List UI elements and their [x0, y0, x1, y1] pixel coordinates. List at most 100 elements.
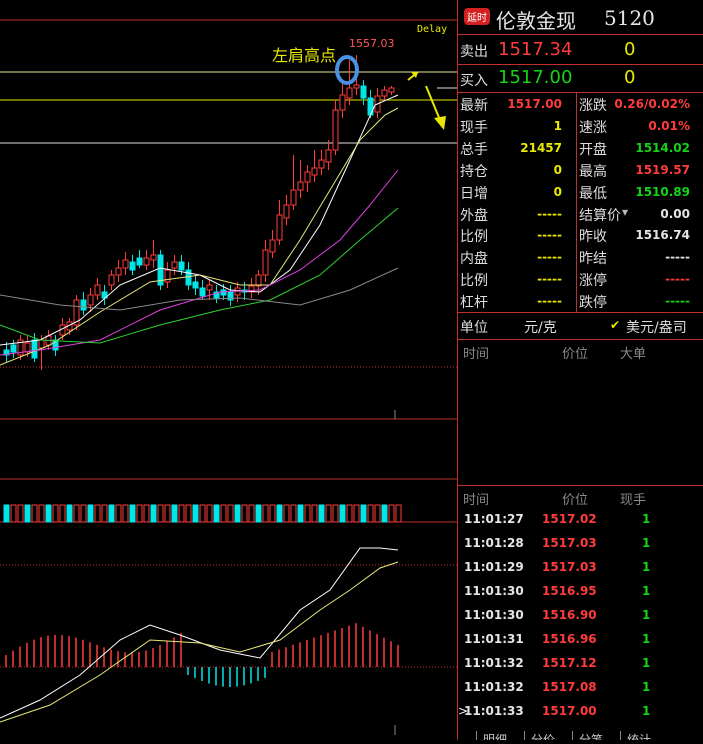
buy-row[interactable]: 买入 1517.00 0: [458, 65, 703, 92]
stat-label: 跌停: [579, 295, 607, 312]
tick-price: 1517.12: [542, 656, 597, 670]
tick-price: 1517.02: [542, 512, 597, 526]
candle-body: [108, 274, 115, 286]
stat-label: 昨收: [579, 229, 607, 246]
tick-volume: 1: [642, 512, 651, 526]
volume-bar: [66, 504, 73, 523]
tick-time: 11:01:32: [464, 680, 524, 694]
volume-bar: [143, 504, 150, 523]
buy-price: 1517.00: [498, 67, 573, 88]
volume-bar: [17, 504, 24, 523]
header-bar: 延时 伦敦金现 5120: [458, 0, 703, 34]
tick-time: 11:01:33: [464, 704, 524, 718]
macd-dif-line: [0, 547, 399, 719]
volume-bar: [290, 504, 297, 523]
stat-value: -----: [537, 250, 562, 265]
tick-row: 11:01:33 1517.00 1: [458, 702, 703, 722]
bottom-tab[interactable]: 明细: [476, 731, 507, 740]
stat-value: -----: [537, 206, 562, 221]
volume-bar: [24, 504, 31, 523]
bottom-tab[interactable]: 分笔: [572, 731, 603, 740]
ticks-time-header: 时间: [463, 493, 490, 508]
candle-body: [199, 287, 206, 297]
candle-body: [311, 167, 318, 176]
candle-body: [367, 97, 374, 116]
tick-row: 11:01:30 1516.95 1: [458, 582, 703, 602]
tick-time: 11:01:30: [464, 608, 524, 622]
candle-body: [129, 261, 136, 271]
bottom-tab[interactable]: 分价: [524, 731, 555, 740]
tick-price: 1516.96: [542, 632, 597, 646]
candle-body: [297, 181, 304, 191]
stat-value: 1517.00: [507, 97, 562, 111]
stats-grid: 最新 1517.00 涨跌 0.26/0.02% 现手 1 速涨 0.01% 总手 21457 开盘…: [458, 93, 703, 312]
tick-price: 1516.95: [542, 584, 597, 598]
tick-volume: 1: [642, 536, 651, 550]
stat-label: 结算价: [579, 207, 621, 224]
volume-bar: [192, 504, 199, 523]
tick-price: 1517.03: [542, 536, 597, 550]
settlement-dropdown-icon[interactable]: ▾: [622, 205, 628, 219]
tick-row: 11:01:30 1516.90 1: [458, 606, 703, 626]
stat-label: 持仓: [460, 163, 488, 180]
tick-volume: 1: [642, 632, 651, 646]
volume-bar: [395, 504, 402, 523]
stat-value: -----: [537, 294, 562, 309]
unit-option-ounce[interactable]: 美元/盎司: [626, 317, 687, 337]
ma120-line: [0, 267, 399, 311]
volume-bar: [241, 504, 248, 523]
candle-body: [136, 257, 143, 266]
candle-body: [283, 204, 290, 219]
bottom-tab[interactable]: 统计: [620, 731, 651, 740]
volume-bar: [353, 504, 360, 523]
volume-bar: [283, 504, 290, 523]
volume-bar: [227, 504, 234, 523]
candle-body: [206, 284, 213, 291]
tick-time: 11:01:28: [464, 536, 524, 550]
candle-body: [353, 84, 360, 89]
high-price-label: 1557.03: [349, 37, 395, 50]
stat-label: 最高: [579, 163, 607, 180]
kline-chart-area[interactable]: Delay 左肩高点 1557.03: [0, 0, 457, 740]
stat-label: 杠杆: [460, 295, 488, 312]
stat-value: 1510.89: [635, 184, 690, 199]
candle-body: [171, 261, 178, 269]
units-row: 单位 元/克 ✔ 美元/盎司: [458, 313, 703, 339]
volume-bar: [374, 504, 381, 523]
candle-body: [192, 281, 199, 289]
stat-label: 现手: [460, 119, 488, 136]
candle-body: [255, 274, 262, 287]
bottom-tabs: 明细 分价 分笔 统计: [458, 729, 703, 740]
stat-label: 速涨: [579, 119, 607, 136]
tick-row: 11:01:27 1517.02 1: [458, 510, 703, 530]
candle-body: [262, 249, 269, 276]
sell-row[interactable]: 卖出 1517.34 0: [458, 35, 703, 64]
candle-body: [325, 149, 332, 163]
stat-value: 1: [553, 118, 562, 133]
tick-row: 11:01:31 1516.96 1: [458, 630, 703, 650]
volume-bar: [367, 504, 374, 523]
stat-value: 0.01%: [648, 118, 690, 133]
stat-value: 1519.57: [635, 162, 690, 177]
sell-price: 1517.34: [498, 39, 573, 60]
big-orders-time-header: 时间: [463, 347, 490, 362]
tick-time: 11:01:32: [464, 656, 524, 670]
stat-label: 比例: [460, 229, 488, 246]
volume-bar: [108, 504, 115, 523]
volume-bar: [213, 504, 220, 523]
kline-chart[interactable]: [0, 0, 457, 740]
unit-option-gram[interactable]: 元/克: [524, 317, 557, 337]
tick-volume: 1: [642, 704, 651, 718]
volume-bar: [129, 504, 136, 523]
volume-bar: [325, 504, 332, 523]
candle-body: [276, 214, 283, 241]
stat-label: 昨结: [579, 251, 607, 268]
candle-body: [143, 257, 150, 266]
volume-bar: [3, 504, 10, 523]
candle-body: [10, 344, 17, 353]
volume-bar: [269, 504, 276, 523]
tick-row: 11:01:28 1517.03 1: [458, 534, 703, 554]
stat-label: 日增: [460, 185, 488, 202]
stat-label: 内盘: [460, 251, 488, 268]
candle-body: [381, 89, 388, 97]
